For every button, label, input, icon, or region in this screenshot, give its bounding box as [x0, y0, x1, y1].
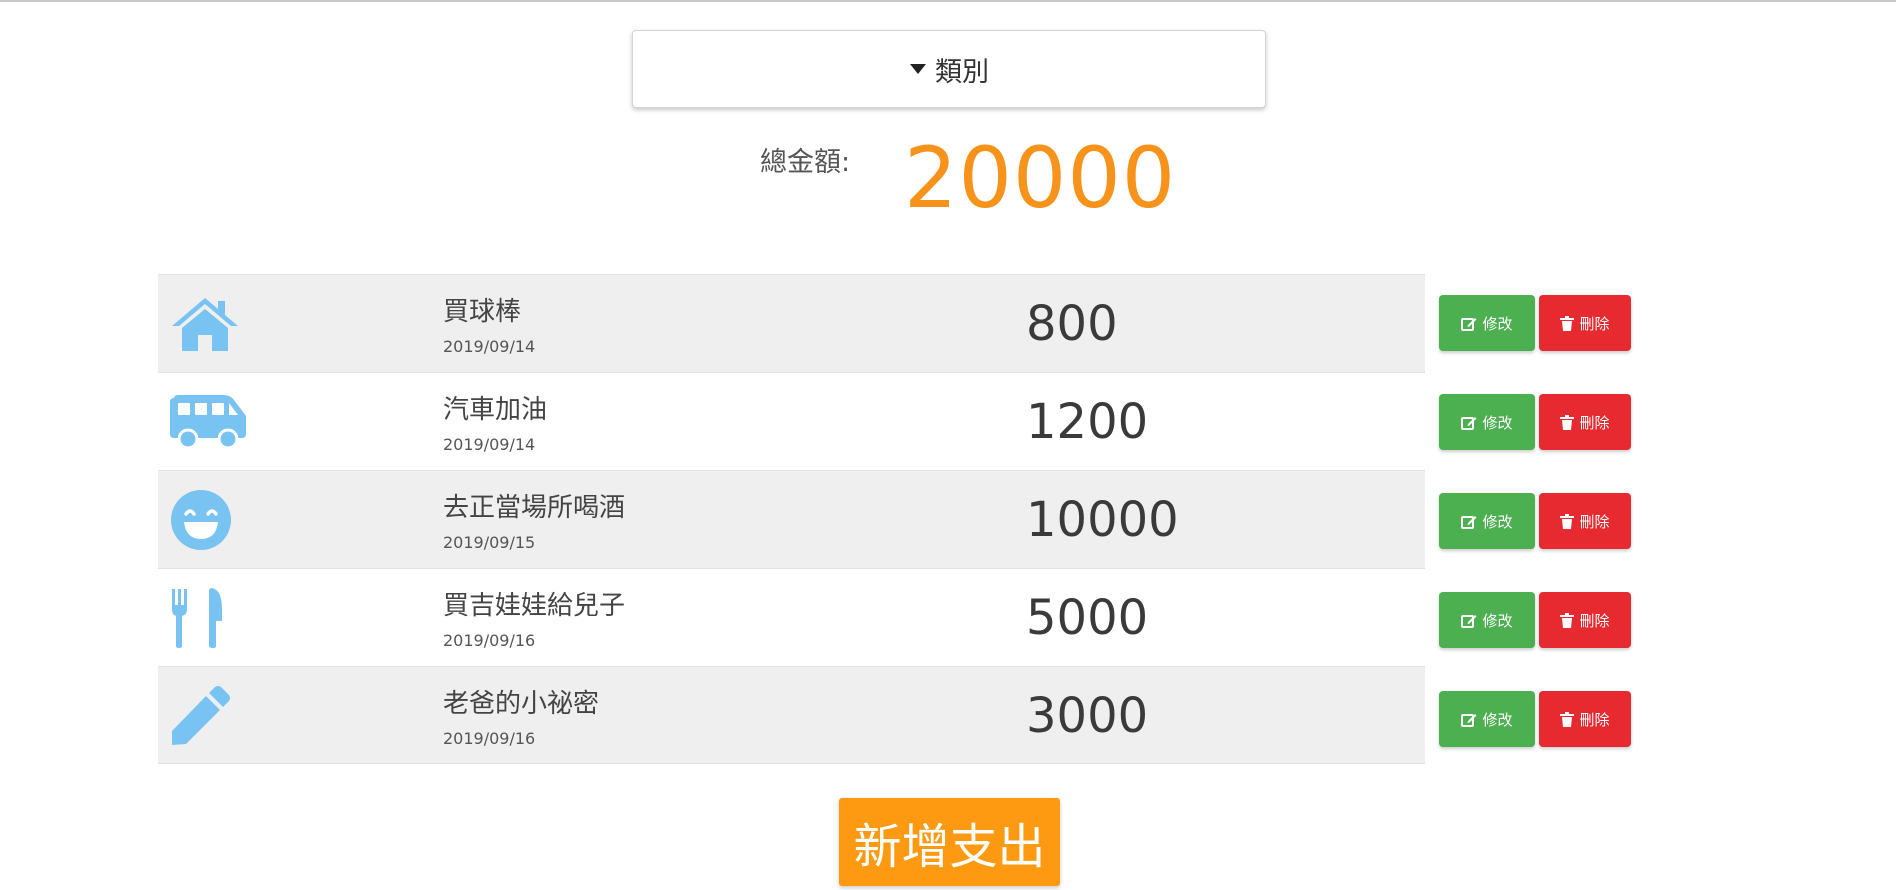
- edit-button[interactable]: 修改: [1439, 691, 1535, 747]
- expense-amount: 1200: [1026, 394, 1149, 450]
- delete-button-label: 刪除: [1579, 413, 1610, 432]
- delete-button-label: 刪除: [1579, 710, 1610, 729]
- total-label: 總金額:: [760, 147, 851, 178]
- edit-button-label: 修改: [1482, 413, 1513, 432]
- edit-button[interactable]: 修改: [1439, 493, 1535, 549]
- top-border: [0, 0, 1896, 2]
- delete-button-label: 刪除: [1579, 512, 1610, 531]
- delete-button[interactable]: 刪除: [1539, 295, 1631, 351]
- edit-icon: [1461, 514, 1477, 529]
- edit-icon: [1461, 613, 1477, 628]
- edit-button-label: 修改: [1482, 710, 1513, 729]
- utensils-icon: [170, 583, 250, 653]
- expense-title: 買吉娃娃給兒子: [443, 591, 626, 621]
- expense-amount: 3000: [1026, 688, 1149, 744]
- home-icon: [170, 289, 250, 359]
- expense-date: 2019/09/14: [443, 337, 536, 356]
- expense-title: 去正當場所喝酒: [443, 493, 626, 523]
- expense-amount: 800: [1026, 296, 1118, 352]
- expense-row: 買吉娃娃給兒子 2019/09/16 5000: [158, 568, 1425, 666]
- pencil-icon: [170, 680, 250, 750]
- category-dropdown-label: 類別: [935, 56, 989, 88]
- delete-button[interactable]: 刪除: [1539, 394, 1631, 450]
- edit-icon: [1461, 415, 1477, 430]
- expense-date: 2019/09/16: [443, 729, 536, 748]
- trash-icon: [1560, 612, 1575, 628]
- edit-button-label: 修改: [1482, 512, 1513, 531]
- caret-down-icon: [909, 63, 927, 75]
- expense-title: 汽車加油: [443, 395, 548, 425]
- delete-button[interactable]: 刪除: [1539, 493, 1631, 549]
- trash-icon: [1560, 711, 1575, 727]
- expense-title: 老爸的小祕密: [443, 689, 600, 719]
- expense-row: 去正當場所喝酒 2019/09/15 10000: [158, 470, 1425, 568]
- category-dropdown[interactable]: 類別: [632, 30, 1266, 108]
- expense-amount: 5000: [1026, 590, 1149, 646]
- expense-list: 買球棒 2019/09/14 800 汽車加油 2019/09/14 1200: [158, 274, 1425, 764]
- delete-button[interactable]: 刪除: [1539, 592, 1631, 648]
- edit-button[interactable]: 修改: [1439, 394, 1535, 450]
- total-amount: 20000: [904, 129, 1177, 227]
- trash-icon: [1560, 315, 1575, 331]
- expense-row: 汽車加油 2019/09/14 1200: [158, 372, 1425, 470]
- expense-date: 2019/09/14: [443, 435, 536, 454]
- expense-date: 2019/09/15: [443, 533, 536, 552]
- add-expense-button[interactable]: 新增支出: [839, 798, 1060, 886]
- expense-row: 老爸的小祕密 2019/09/16 3000: [158, 666, 1425, 764]
- expense-title: 買球棒: [443, 297, 522, 327]
- edit-button-label: 修改: [1482, 611, 1513, 630]
- edit-button[interactable]: 修改: [1439, 592, 1535, 648]
- expense-amount: 10000: [1026, 492, 1179, 548]
- smile-icon: [170, 485, 250, 555]
- expense-date: 2019/09/16: [443, 631, 536, 650]
- delete-button[interactable]: 刪除: [1539, 691, 1631, 747]
- expense-row: 買球棒 2019/09/14 800: [158, 274, 1425, 372]
- delete-button-label: 刪除: [1579, 314, 1610, 333]
- edit-button[interactable]: 修改: [1439, 295, 1535, 351]
- delete-button-label: 刪除: [1579, 611, 1610, 630]
- bus-icon: [170, 387, 250, 457]
- edit-button-label: 修改: [1482, 314, 1513, 333]
- trash-icon: [1560, 414, 1575, 430]
- edit-icon: [1461, 712, 1477, 727]
- edit-icon: [1461, 316, 1477, 331]
- trash-icon: [1560, 513, 1575, 529]
